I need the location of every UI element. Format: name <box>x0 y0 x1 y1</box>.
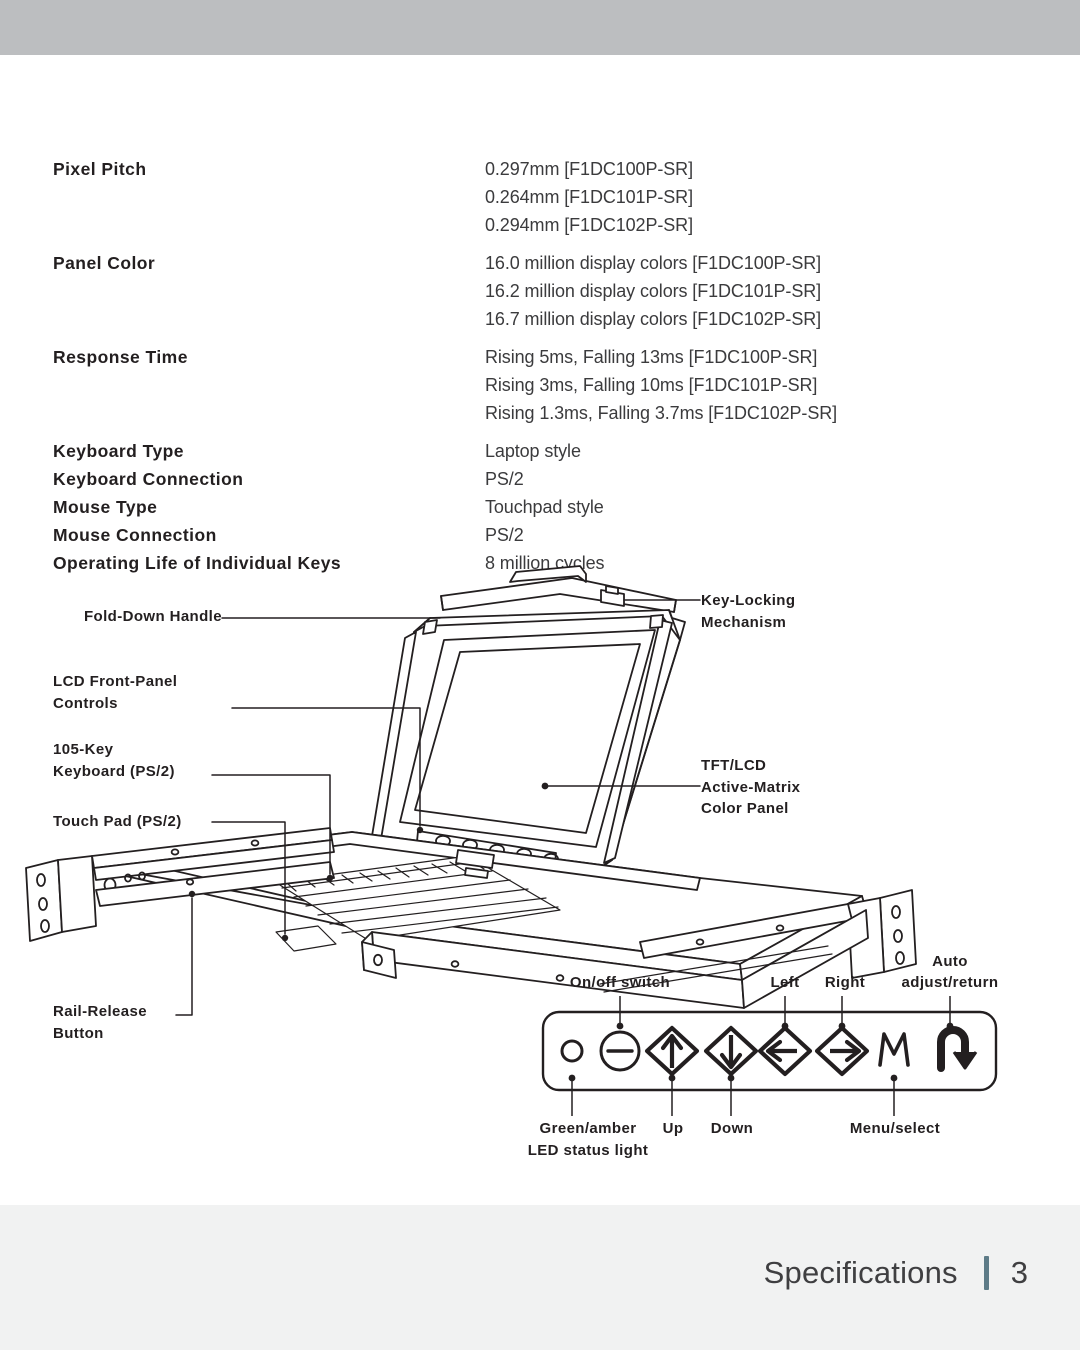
spec-value: 16.7 million display colors [F1DC102P-SR… <box>485 309 822 329</box>
spec-values: PS/2 <box>485 465 953 493</box>
specifications-table: Pixel Pitch 0.297mm [F1DC100P-SR] 0.264m… <box>53 155 953 577</box>
spec-values: PS/2 <box>485 521 953 549</box>
table-row: Keyboard Type Laptop style <box>53 437 953 465</box>
table-row: Panel Color 16.0 million display colors … <box>53 249 953 333</box>
spec-value: Rising 3ms, Falling 10ms [F1DC101P-SR] <box>485 375 818 395</box>
callout-105-key-keyboard: 105-Key Keyboard (PS/2) <box>53 741 175 780</box>
top-band <box>0 0 1080 55</box>
table-row: Pixel Pitch 0.297mm [F1DC100P-SR] 0.264m… <box>53 155 953 239</box>
spec-value: PS/2 <box>485 469 524 489</box>
table-row: Response Time Rising 5ms, Falling 13ms [… <box>53 343 953 427</box>
spec-values: Touchpad style <box>485 493 953 521</box>
spec-value: 16.2 million display colors [F1DC101P-SR… <box>485 281 822 301</box>
fold-down-handle-part <box>440 565 677 613</box>
label-auto-adjust-line1: Auto <box>932 953 968 970</box>
spec-value: Touchpad style <box>485 497 604 517</box>
spec-values: 16.0 million display colors [F1DC100P-SR… <box>485 249 953 333</box>
spec-label: Mouse Type <box>53 497 158 517</box>
spec-label: Keyboard Connection <box>53 469 244 489</box>
spec-value: Laptop style <box>485 441 581 461</box>
callout-rail-release-button: Rail-Release Button <box>53 1003 148 1042</box>
diagram-illustration <box>25 565 917 1016</box>
spec-value: Rising 1.3ms, Falling 3.7ms [F1DC102P-SR… <box>485 403 838 423</box>
spec-label: Panel Color <box>53 253 156 273</box>
callout-tft-lcd-panel: TFT/LCD Active-Matrix Color Panel <box>701 757 801 817</box>
page-footer: Specifications 3 <box>0 1255 1080 1291</box>
spec-label: Keyboard Type <box>53 441 184 461</box>
spec-values: 0.297mm [F1DC100P-SR] 0.264mm [F1DC101P-… <box>485 155 953 239</box>
spec-value: 0.297mm [F1DC100P-SR] <box>485 159 693 179</box>
spec-value: 0.294mm [F1DC102P-SR] <box>485 215 693 235</box>
spec-label: Pixel Pitch <box>53 159 147 179</box>
footer-divider <box>983 1256 989 1290</box>
footer-section-title: Specifications <box>763 1255 958 1290</box>
label-down: Down <box>710 1120 754 1137</box>
table-row: Keyboard Connection PS/2 <box>53 465 953 493</box>
kvm-drawer-diagram: Fold-Down Handle LCD Front-Panel Control… <box>0 560 1080 1200</box>
label-on-off-switch: On/off switch <box>569 974 671 991</box>
spec-value: 0.264mm [F1DC101P-SR] <box>485 187 693 207</box>
label-auto-adjust-line2: adjust/return <box>901 974 999 991</box>
footer-page-number: 3 <box>1010 1255 1028 1290</box>
callout-key-locking-mechanism: Key-Locking Mechanism <box>701 592 796 631</box>
spec-value: PS/2 <box>485 525 524 545</box>
callout-touch-pad: Touch Pad (PS/2) <box>53 813 182 830</box>
table-row: Mouse Type Touchpad style <box>53 493 953 521</box>
spec-label: Mouse Connection <box>53 525 217 545</box>
table-row: Mouse Connection PS/2 <box>53 521 953 549</box>
spec-label: Response Time <box>53 347 188 367</box>
callout-fold-down-handle: Fold-Down Handle <box>83 608 222 625</box>
spec-value: 16.0 million display colors [F1DC100P-SR… <box>485 253 822 273</box>
spec-values: Rising 5ms, Falling 13ms [F1DC100P-SR] R… <box>485 343 953 427</box>
callout-lcd-front-panel-controls: LCD Front-Panel Controls <box>53 673 178 712</box>
spec-value: Rising 5ms, Falling 13ms [F1DC100P-SR] <box>485 347 818 367</box>
spec-values: Laptop style <box>485 437 953 465</box>
label-menu-select: Menu/select <box>849 1120 941 1137</box>
